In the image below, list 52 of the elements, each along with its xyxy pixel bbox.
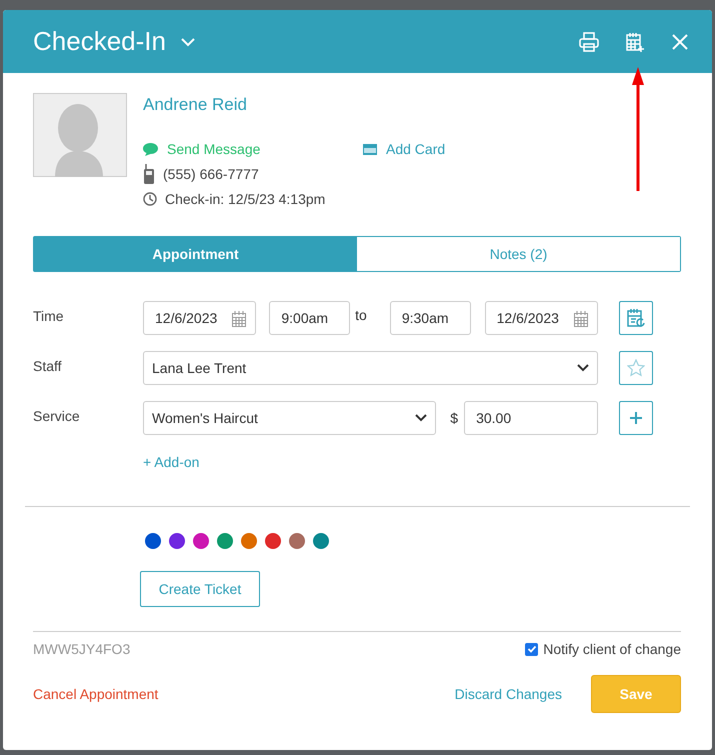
save-button[interactable]: Save: [591, 675, 681, 713]
service-select[interactable]: Women's Haircut: [143, 401, 436, 435]
appointment-code: MWW5JY4FO3: [33, 641, 130, 657]
price-field[interactable]: 30.00: [464, 401, 598, 435]
card-icon: [363, 144, 377, 154]
add-card-link[interactable]: Add Card: [363, 141, 446, 157]
color-swatch[interactable]: [241, 533, 257, 549]
chevron-down-icon: [415, 414, 428, 422]
service-label: Service: [33, 408, 81, 424]
print-icon[interactable]: [578, 30, 600, 52]
color-swatch[interactable]: [313, 533, 329, 549]
create-ticket-button[interactable]: Create Ticket: [140, 571, 260, 607]
calendar-refresh-icon: [626, 307, 646, 329]
add-button[interactable]: [619, 401, 653, 435]
calendar-add-icon[interactable]: [624, 30, 646, 52]
color-swatch[interactable]: [289, 533, 305, 549]
discard-changes-link[interactable]: Discard Changes: [454, 686, 562, 702]
check-in-time: Check-in: 12/5/23 4:13pm: [165, 191, 326, 207]
send-message-link[interactable]: Send Message: [143, 141, 355, 157]
color-swatch[interactable]: [217, 533, 233, 549]
status-dropdown[interactable]: Checked-In: [33, 26, 196, 57]
cancel-appointment-link[interactable]: Cancel Appointment: [33, 686, 158, 702]
plus-icon: [629, 411, 643, 425]
color-swatch[interactable]: [265, 533, 281, 549]
checkbox[interactable]: [525, 642, 538, 656]
close-icon[interactable]: [670, 32, 690, 52]
tab[interactable]: Appointment: [34, 237, 357, 271]
mobile-phone-icon: [143, 164, 155, 184]
staff-label: Staff: [33, 358, 63, 374]
chevron-down-icon: [180, 36, 196, 46]
time-label: Time: [33, 308, 65, 324]
client-name[interactable]: Andrene Reid: [143, 95, 446, 115]
calendar-icon: [231, 310, 248, 326]
to-label: to: [355, 307, 367, 323]
star-icon: [627, 359, 645, 377]
color-swatch[interactable]: [169, 533, 185, 549]
currency-symbol: $: [450, 410, 458, 426]
phone-number: (555) 666-7777: [163, 166, 259, 182]
staff-select[interactable]: Lana Lee Trent: [143, 351, 598, 385]
add-on-link[interactable]: + Add-on: [143, 454, 681, 470]
start-time-field[interactable]: 9:00am: [269, 301, 350, 335]
start-date-field[interactable]: 12/6/2023: [143, 301, 256, 335]
end-date-field[interactable]: 12/6/2023: [484, 301, 598, 335]
calendar-icon: [573, 310, 589, 326]
calendar-refresh-button[interactable]: [619, 301, 653, 335]
color-swatch[interactable]: [193, 533, 209, 549]
clock-icon: [143, 192, 157, 206]
chevron-down-icon: [577, 364, 589, 372]
color-swatch[interactable]: [145, 533, 161, 549]
chat-bubble-icon: [143, 142, 158, 156]
favorite-button[interactable]: [619, 351, 653, 385]
end-time-field[interactable]: 9:30am: [390, 301, 471, 335]
